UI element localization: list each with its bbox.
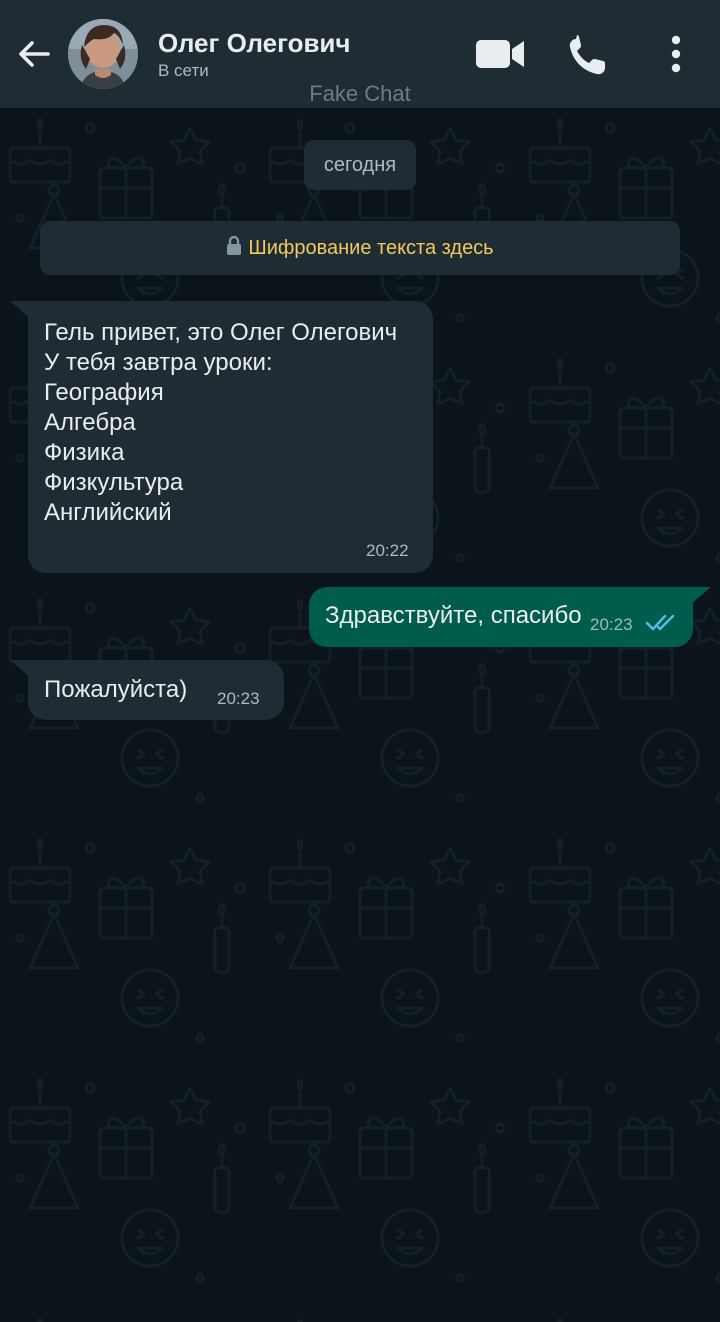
encryption-notice-text: Шифрование текста здесь (248, 237, 494, 259)
message-time: 20:22 (366, 541, 409, 560)
message-bubble-incoming[interactable]: Пожалуйста) 20:23 (28, 660, 284, 720)
message-text: Пожалуйста) (44, 676, 188, 703)
more-vertical-icon[interactable] (662, 32, 690, 76)
avatar[interactable] (68, 19, 138, 89)
avatar-image (68, 19, 138, 89)
message-time: 20:23 (590, 615, 633, 634)
lock-icon (227, 236, 242, 255)
back-arrow-icon[interactable] (14, 34, 54, 74)
contact-name[interactable]: Олег Олегович (158, 28, 351, 59)
phone-call-icon[interactable] (566, 32, 610, 76)
message-text: Гель привет, это Олег Олегович У тебя за… (44, 319, 398, 526)
message-bubble-outgoing[interactable]: Здравствуйте, спасибо 20:23 (309, 587, 693, 647)
contact-status: В сети (158, 61, 209, 80)
date-chip: сегодня (304, 140, 416, 190)
message-bubble-incoming[interactable]: Гель привет, это Олег Олегович У тебя за… (28, 301, 433, 573)
message-text: Здравствуйте, спасибо (325, 602, 582, 629)
watermark: Fake Chat (309, 81, 411, 106)
video-call-icon[interactable] (474, 32, 528, 76)
encryption-notice[interactable]: Шифрование текста здесь (40, 221, 680, 275)
message-time: 20:23 (217, 689, 260, 708)
chat-header: Олег Олегович В сети Fake Chat (0, 0, 720, 108)
read-ticks-icon (645, 614, 675, 631)
